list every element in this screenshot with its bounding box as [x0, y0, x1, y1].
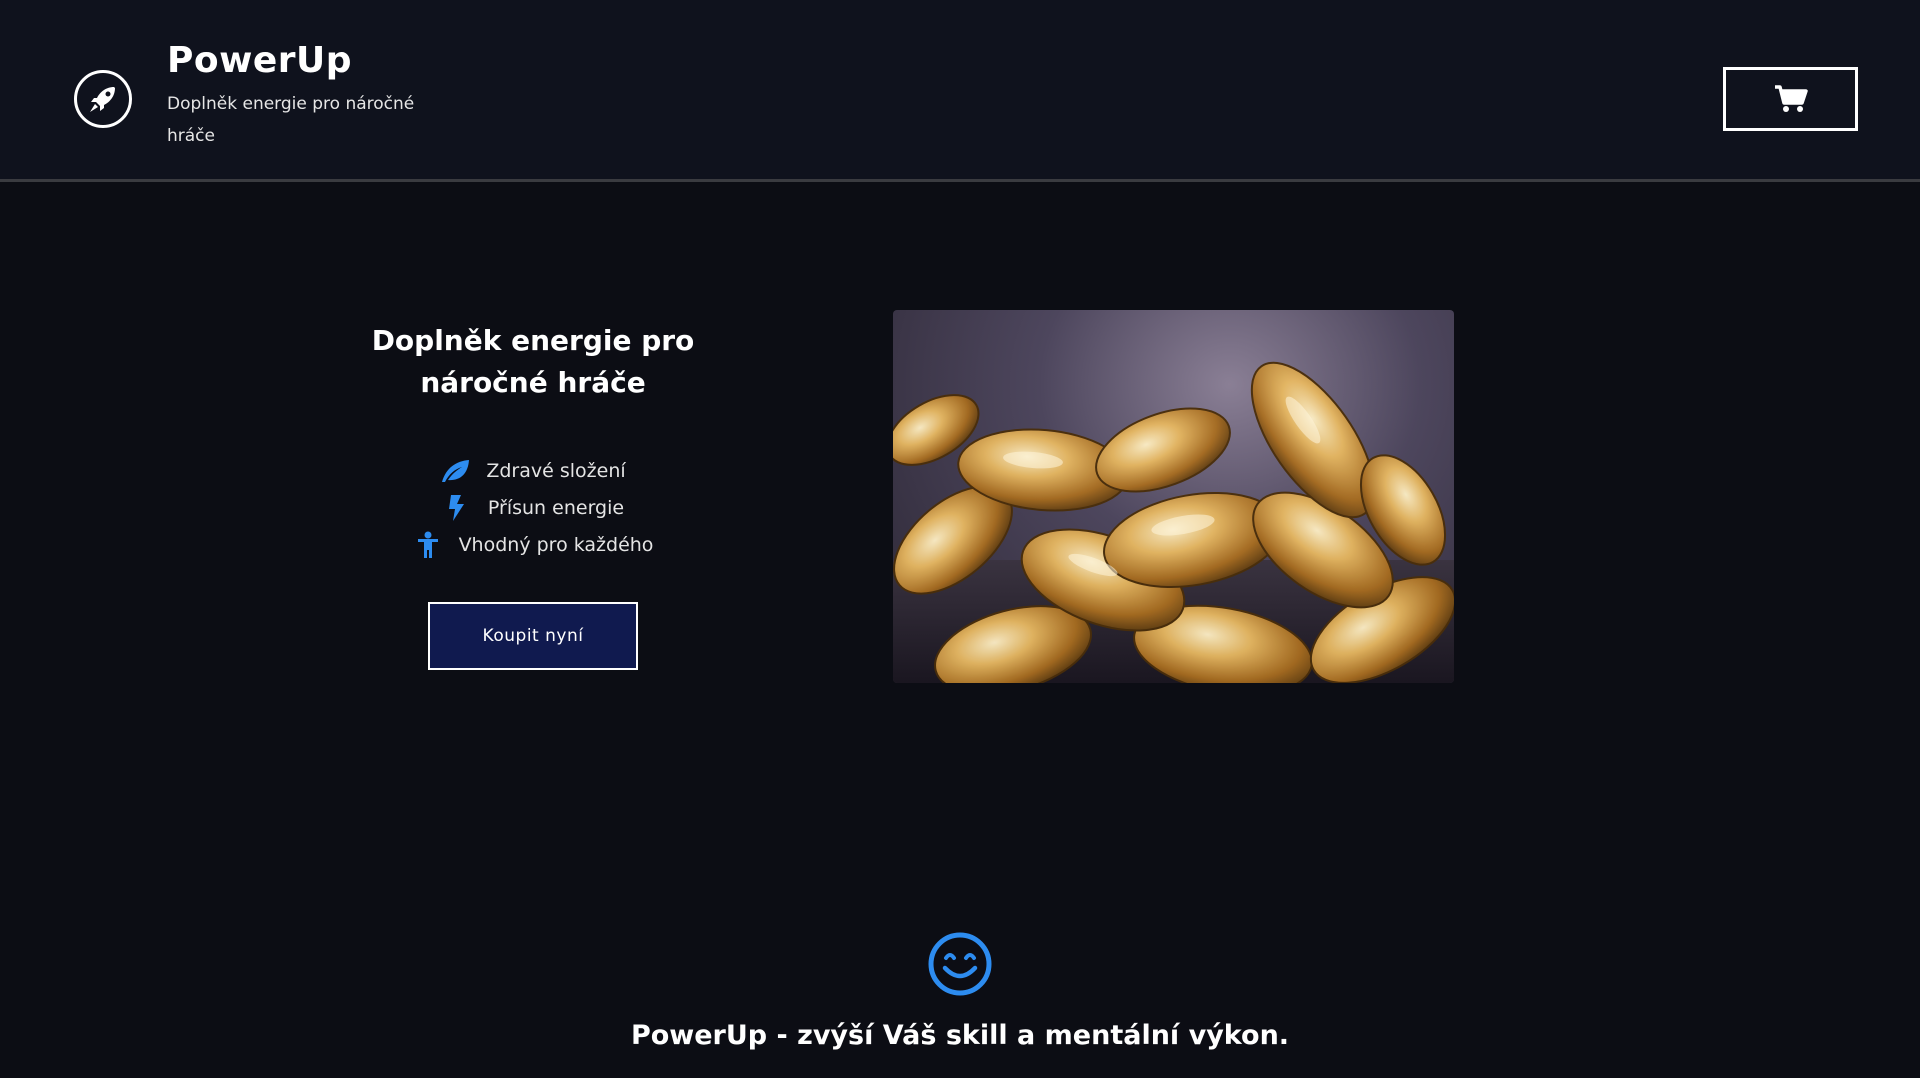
hero-title: Doplněk energie pro náročné hráče: [371, 324, 695, 399]
brand-name[interactable]: PowerUp: [167, 40, 352, 81]
feature-label: Vhodný pro každého: [458, 533, 654, 556]
bolt-icon: [442, 493, 472, 523]
hero-content: Doplněk energie pro náročné hráče Zdravé…: [340, 320, 726, 563]
product-image: [893, 310, 1454, 683]
leaf-icon: [440, 456, 470, 486]
footer-tagline: PowerUp - zvýší Váš skill a mentální výk…: [630, 1020, 1290, 1051]
shopping-cart-icon: [1774, 85, 1808, 112]
cart-button[interactable]: [1723, 67, 1858, 131]
feature-label: Přísun energie: [487, 496, 625, 519]
feature-everyone: Vhodný pro každého: [340, 526, 726, 563]
feature-label: Zdravé složení: [486, 459, 626, 482]
buy-now-button[interactable]: Koupit nyní: [428, 602, 638, 670]
smile-icon: [928, 932, 992, 996]
brand-subtitle: Doplněk energie pro náročné hráče: [167, 94, 415, 146]
feature-list: Zdravé složení Přísun energie Vhodný pro…: [340, 452, 726, 563]
rocket-icon[interactable]: [74, 70, 132, 128]
feature-energy: Přísun energie: [340, 489, 726, 526]
person-icon: [413, 530, 443, 560]
site-header: PowerUp Doplněk energie pro náročné hráč…: [0, 0, 1920, 182]
feature-healthy: Zdravé složení: [340, 452, 726, 489]
